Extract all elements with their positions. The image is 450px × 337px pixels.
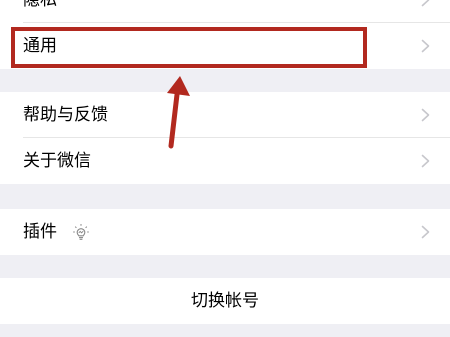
annotation-arrow-icon: [167, 76, 190, 149]
chevron-right-icon: [421, 154, 430, 168]
settings-row-label: 帮助与反馈: [23, 105, 108, 125]
settings-row-plugins[interactable]: 插件: [0, 209, 450, 255]
chevron-right-icon: [421, 108, 430, 122]
switch-account-label: 切换帐号: [191, 291, 259, 311]
settings-group-3: 插件: [0, 209, 450, 255]
lightbulb-icon: [73, 224, 89, 240]
settings-row-label: 隐私: [23, 0, 57, 10]
settings-row-help-feedback[interactable]: 帮助与反馈: [0, 92, 450, 138]
settings-row-label: 关于微信: [23, 151, 91, 171]
annotation-highlight-box: [11, 27, 367, 68]
chevron-right-icon: [421, 225, 430, 239]
settings-row-about-wechat[interactable]: 关于微信: [0, 138, 450, 184]
switch-account-button[interactable]: 切换帐号: [0, 278, 450, 324]
chevron-right-icon: [421, 0, 430, 7]
chevron-right-icon: [421, 39, 430, 53]
settings-row-label: 插件: [23, 222, 57, 242]
settings-row-privacy[interactable]: 隐私: [0, 0, 450, 23]
settings-group-2: 帮助与反馈 关于微信: [0, 92, 450, 184]
